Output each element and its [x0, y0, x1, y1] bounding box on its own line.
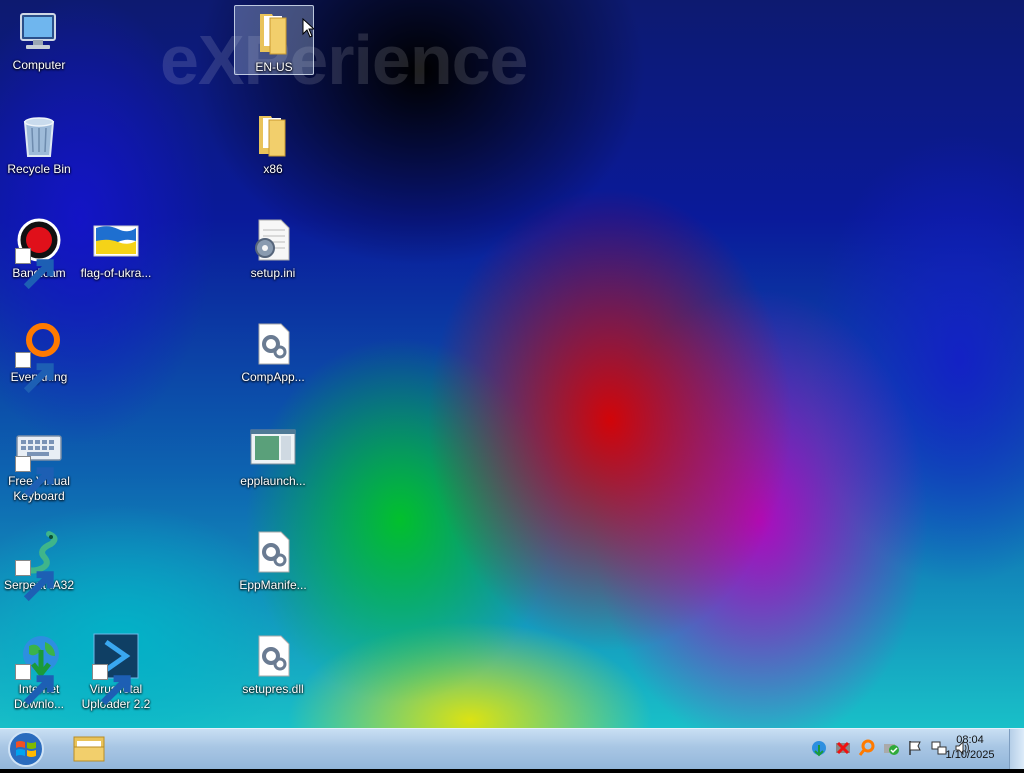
- keyboard-icon: [15, 424, 63, 498]
- error-monitor-icon[interactable]: [834, 739, 852, 757]
- everything-search-icon: [15, 320, 63, 394]
- desktop-icon-recycle-bin[interactable]: Recycle Bin: [0, 108, 78, 177]
- shortcut-arrow-icon: [15, 248, 54, 290]
- shortcut-arrow-icon: [15, 352, 54, 394]
- folder-icon: [73, 736, 105, 762]
- desktop-icon-label: CompApp...: [241, 370, 305, 384]
- globe-download-icon: [15, 632, 63, 706]
- desktop-icon-free-virtual-keyboard[interactable]: Free Virtual Keyboard: [0, 420, 78, 504]
- recycle-bin-icon: [15, 112, 63, 160]
- taskbar: 08:04 1/10/2025: [0, 728, 1024, 769]
- desktop-icon-x86-folder[interactable]: x86: [234, 108, 312, 177]
- wallpaper-watermark: eXPerience: [160, 21, 528, 99]
- clock-date: 1/10/2025: [945, 749, 995, 761]
- serpent-snake-icon: [15, 528, 63, 602]
- desktop-icon-flag-of-ukraine[interactable]: flag-of-ukra...: [77, 212, 155, 281]
- desktop-icon-en-us-folder[interactable]: EN-US: [234, 5, 314, 75]
- gear-file-icon: [249, 632, 297, 680]
- flag-image-icon: [92, 216, 140, 264]
- bandicam-icon: [15, 216, 63, 290]
- desktop-icon-label: setup.ini: [250, 266, 296, 280]
- action-center-flag-icon[interactable]: [906, 739, 924, 757]
- desktop-icon-epplaunch[interactable]: epplaunch...: [234, 420, 312, 489]
- desktop-icon-virustotal-uploader[interactable]: VirusTotal Uploader 2.2: [77, 628, 155, 712]
- desktop-icon-eppmanifest[interactable]: EppManife...: [234, 524, 312, 593]
- clock-time: 08:04: [956, 734, 984, 746]
- desktop-icon-label: epplaunch...: [240, 474, 306, 488]
- folder-icon: [250, 10, 298, 58]
- shortcut-arrow-icon: [15, 560, 54, 602]
- shortcut-arrow-icon: [15, 456, 54, 498]
- start-button[interactable]: [6, 730, 46, 768]
- gear-file-icon: [249, 528, 297, 576]
- shortcut-arrow-icon: [92, 664, 131, 706]
- desktop[interactable]: eXPerience Computer Recycle Bin Bandicam…: [0, 0, 1024, 728]
- computer-icon: [15, 8, 63, 56]
- desktop-icon-bandicam[interactable]: Bandicam: [0, 212, 78, 290]
- desktop-icon-computer[interactable]: Computer: [0, 4, 78, 73]
- folder-icon: [249, 112, 297, 160]
- desktop-icon-label: setupres.dll: [242, 682, 304, 696]
- desktop-icon-internet-download-manager[interactable]: Internet Downlo...: [0, 628, 78, 712]
- search-icon[interactable]: [858, 739, 876, 757]
- desktop-icon-serpent-ia32[interactable]: Serpent IA32: [0, 524, 78, 602]
- desktop-icon-label: x86: [263, 162, 283, 176]
- taskbar-file-explorer-button[interactable]: [66, 731, 112, 767]
- windows-logo-icon: [8, 731, 44, 767]
- desktop-icon-label: EppManife...: [239, 578, 307, 592]
- taskbar-clock[interactable]: 08:04 1/10/2025: [940, 733, 1000, 763]
- window-app-icon: [249, 424, 297, 472]
- gear-file-icon: [249, 320, 297, 368]
- settings-file-icon: [249, 216, 297, 264]
- desktop-icon-everything[interactable]: Everything: [0, 316, 78, 394]
- shortcut-arrow-icon: [15, 664, 54, 706]
- globe-download-icon[interactable]: [810, 739, 828, 757]
- desktop-icon-label: Computer: [12, 58, 66, 72]
- security-shield-icon[interactable]: [882, 739, 900, 757]
- virustotal-icon: [92, 632, 140, 706]
- desktop-icon-setup-ini[interactable]: setup.ini: [234, 212, 312, 281]
- mouse-pointer-icon: [302, 18, 314, 38]
- desktop-icon-label: EN-US: [255, 60, 293, 74]
- desktop-icon-label: flag-of-ukra...: [80, 266, 152, 280]
- desktop-icon-compapp[interactable]: CompApp...: [234, 316, 312, 385]
- desktop-icon-setupres-dll[interactable]: setupres.dll: [234, 628, 312, 697]
- show-desktop-button[interactable]: [1009, 729, 1024, 769]
- desktop-icon-label: Recycle Bin: [7, 162, 71, 176]
